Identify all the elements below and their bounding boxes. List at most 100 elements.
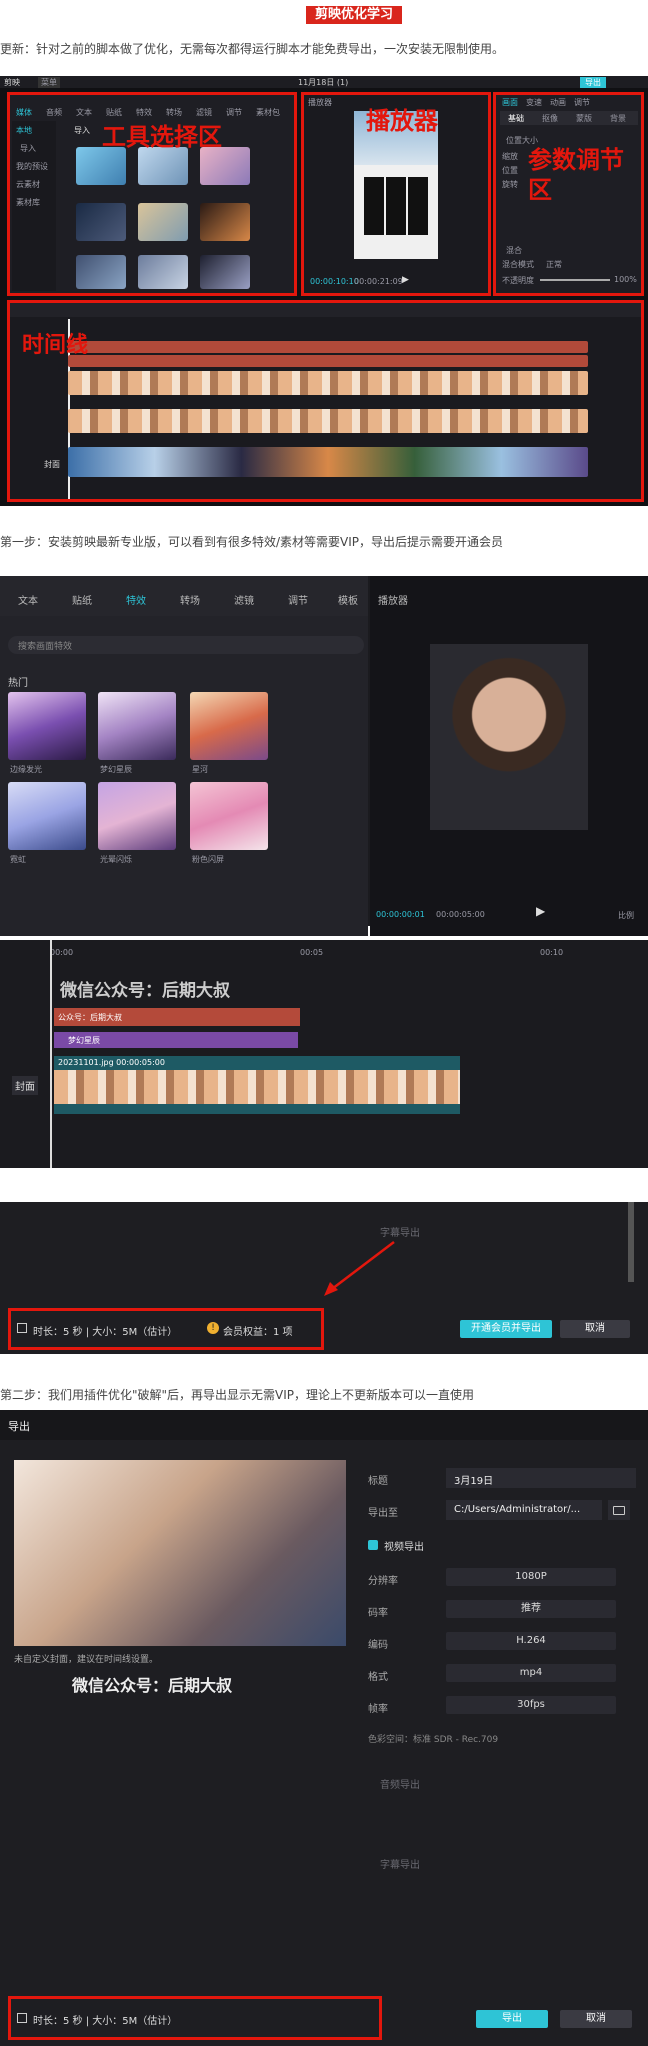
framerate-select[interactable]: 30fps <box>446 1696 616 1714</box>
audio-export-section[interactable]: 音频导出 <box>380 1776 420 1791</box>
opacity-slider[interactable] <box>540 279 610 281</box>
param-opacity-value[interactable]: 100% <box>614 275 637 284</box>
tab-sticker[interactable]: 贴纸 <box>72 592 92 607</box>
video-export-checkbox[interactable] <box>368 1540 378 1550</box>
sidebar-item-local[interactable]: 本地 <box>16 125 32 136</box>
media-thumbnail[interactable] <box>138 255 188 289</box>
export-vip-screenshot: 字幕导出 时长：5 秒 | 大小：5M（估计） ! 会员权益：1 项 开通会员并… <box>0 1202 648 1354</box>
codec-select[interactable]: H.264 <box>446 1632 616 1650</box>
sidebar-item-cloud[interactable]: 云素材 <box>16 179 40 190</box>
tab-filter[interactable]: 滤镜 <box>234 592 254 607</box>
timeline-track[interactable] <box>68 341 588 353</box>
player-time-total: 00:00:21:09 <box>354 277 403 286</box>
cover-label[interactable]: 封面 <box>44 459 60 470</box>
tool-tab-package[interactable]: 素材包 <box>256 107 280 118</box>
timeline-clip[interactable] <box>68 409 588 433</box>
timeline-area: 封面 时间线 <box>7 300 644 502</box>
tab-text[interactable]: 文本 <box>18 592 38 607</box>
tool-tab-audio[interactable]: 音频 <box>46 107 62 118</box>
ruler-mark: 00:05 <box>300 948 324 957</box>
update-note: 更新：针对之前的脚本做了优化，无需每次都得运行脚本才能免费导出，一次安装无限制使… <box>0 42 505 56</box>
subtitle-export-section[interactable]: 字幕导出 <box>380 1224 420 1239</box>
param-tab-picture[interactable]: 画面 <box>502 97 518 108</box>
format-select[interactable]: mp4 <box>446 1664 616 1682</box>
export-button[interactable]: 导出 <box>580 77 606 88</box>
effect-thumbnail[interactable] <box>8 692 86 760</box>
sidebar-item-import[interactable]: 导入 <box>20 143 36 154</box>
timeline-track[interactable] <box>68 355 588 367</box>
arrow-icon <box>324 1241 395 1296</box>
media-thumbnail[interactable] <box>200 147 250 185</box>
effect-label: 梦幻星辰 <box>100 765 132 774</box>
param-blend-mode-value[interactable]: 正常 <box>546 259 562 270</box>
play-icon[interactable]: ▶ <box>536 904 545 918</box>
playhead[interactable] <box>50 940 52 1168</box>
param-tab-animation[interactable]: 动画 <box>550 97 566 108</box>
param-tab-speed[interactable]: 变速 <box>526 97 542 108</box>
cancel-button[interactable]: 取消 <box>560 1320 630 1338</box>
vip-export-button[interactable]: 开通会员并导出 <box>460 1320 552 1338</box>
tool-tab-adjust[interactable]: 调节 <box>226 107 242 118</box>
tab-template[interactable]: 模板 <box>338 592 358 607</box>
param-tab-adjust[interactable]: 调节 <box>574 97 590 108</box>
player-time-total: 00:00:05:00 <box>436 910 485 919</box>
player-time-current: 00:00:10:10 <box>310 277 359 286</box>
cancel-button[interactable]: 取消 <box>560 2010 632 2028</box>
effect-label: 粉色闪屏 <box>192 855 224 864</box>
cover-button[interactable]: 封面 <box>12 1076 38 1095</box>
timeline-clip[interactable] <box>68 371 588 395</box>
main-video-clip[interactable]: 20231101.jpg 00:00:05:00 <box>54 1056 460 1114</box>
effects-search-input[interactable]: 搜索画面特效 <box>8 636 364 654</box>
bitrate-select[interactable]: 推荐 <box>446 1600 616 1618</box>
media-thumbnail[interactable] <box>76 255 126 289</box>
timeline-clip[interactable] <box>68 447 588 477</box>
title-input[interactable]: 3月19日 <box>446 1468 636 1488</box>
tool-tab-text[interactable]: 文本 <box>76 107 92 118</box>
folder-icon[interactable] <box>608 1500 630 1520</box>
resolution-select[interactable]: 1080P <box>446 1568 616 1586</box>
param-blend: 混合 <box>506 246 522 255</box>
param-opacity: 不透明度 <box>502 276 534 285</box>
player-preview-portrait <box>430 644 588 830</box>
tool-tab-media[interactable]: 媒体 <box>16 107 32 118</box>
media-thumbnail[interactable] <box>138 147 188 185</box>
tab-adjust[interactable]: 调节 <box>288 592 308 607</box>
param-subtab-cutout[interactable]: 抠像 <box>542 113 558 124</box>
tab-transition[interactable]: 转场 <box>180 592 200 607</box>
sidebar-item-presets[interactable]: 我的预设 <box>16 161 48 172</box>
effect-thumbnail[interactable] <box>8 782 86 850</box>
effect-thumbnail[interactable] <box>98 692 176 760</box>
effect-thumbnail[interactable] <box>98 782 176 850</box>
resolution-label: 分辨率 <box>368 1576 398 1587</box>
ratio-button[interactable]: 比例 <box>618 910 634 921</box>
effect-track[interactable]: 梦幻星辰 <box>54 1032 298 1048</box>
subtitle-export-section[interactable]: 字幕导出 <box>380 1856 420 1871</box>
media-thumbnail[interactable] <box>76 203 126 241</box>
sidebar-item-library[interactable]: 素材库 <box>16 197 40 208</box>
import-button[interactable]: 导入 <box>74 125 90 136</box>
media-thumbnail[interactable] <box>200 203 250 241</box>
warning-icon: ! <box>207 1322 219 1334</box>
scrollbar[interactable] <box>628 1202 634 1282</box>
param-subtab-mask[interactable]: 蒙版 <box>576 113 592 124</box>
effect-thumbnail[interactable] <box>190 692 268 760</box>
export-button[interactable]: 导出 <box>476 2010 548 2028</box>
effect-thumbnail[interactable] <box>190 782 268 850</box>
menu-button[interactable]: 菜单 <box>38 77 60 88</box>
media-thumbnail[interactable] <box>76 147 126 185</box>
export-info-box: 时长：5 秒 | 大小：5M（估计） ! 会员权益：1 项 <box>8 1308 324 1350</box>
text-track[interactable]: 公众号：后期大叔 <box>54 1008 300 1026</box>
framerate-label: 帧率 <box>368 1704 388 1715</box>
param-subtab-basic[interactable]: 基础 <box>508 113 524 124</box>
param-scale: 缩放 <box>502 152 518 161</box>
export-path-input[interactable]: C:/Users/Administrator/... <box>446 1500 602 1520</box>
media-thumbnail[interactable] <box>200 255 250 289</box>
media-thumbnail[interactable] <box>138 203 188 241</box>
article-title: 剪映优化学习 <box>306 6 402 24</box>
player-time-current: 00:00:00:01 <box>376 910 425 919</box>
play-icon[interactable]: ▶ <box>402 275 409 285</box>
dialog-title-bar: 导出 <box>0 1410 648 1440</box>
param-subtab-background[interactable]: 背景 <box>610 113 626 124</box>
codec-label: 编码 <box>368 1640 388 1651</box>
tab-effects[interactable]: 特效 <box>126 592 146 607</box>
